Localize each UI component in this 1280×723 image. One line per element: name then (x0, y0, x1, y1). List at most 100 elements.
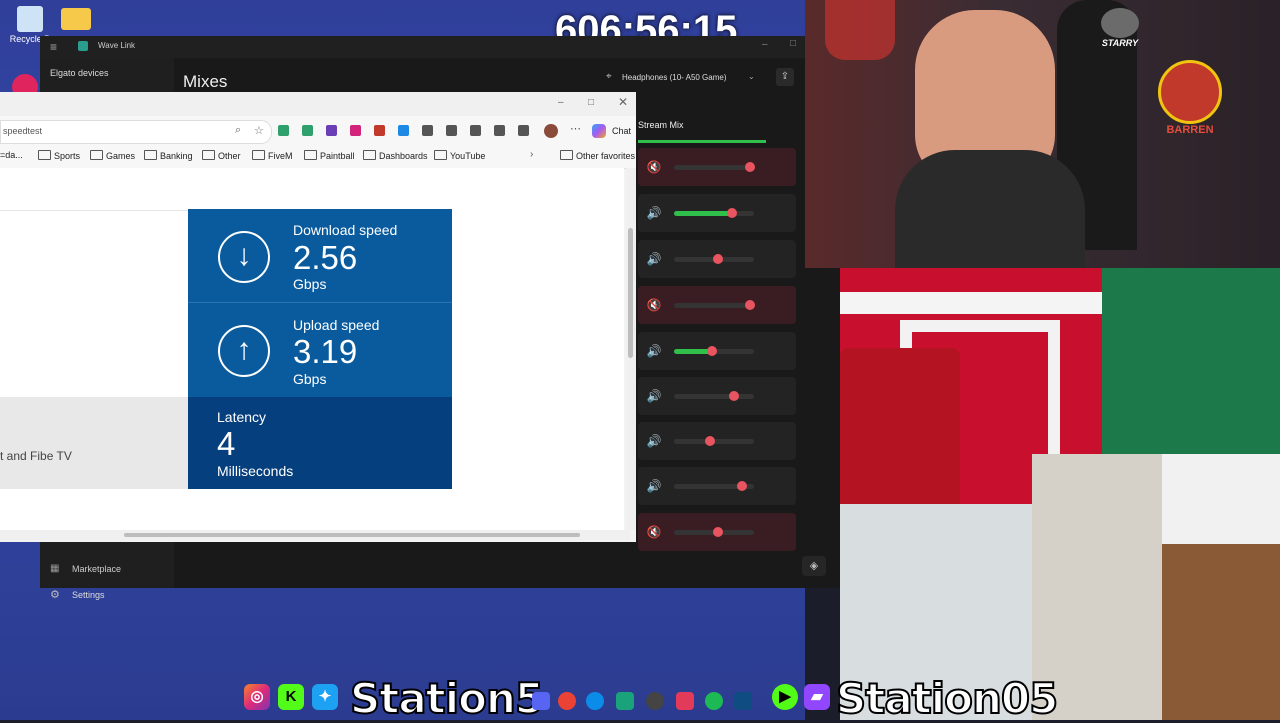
maximize-button[interactable]: □ (588, 97, 594, 108)
speaker-muted-icon[interactable]: 🔇 (646, 297, 662, 313)
app-taskbar-icon[interactable] (734, 692, 752, 710)
extension-icon[interactable] (278, 125, 289, 136)
bookmark-label: Other favorites (576, 151, 636, 161)
speaker-icon[interactable]: 🔊 (646, 343, 662, 359)
zoom-icon[interactable]: ⌕ (235, 124, 241, 137)
extension-icon[interactable] (470, 125, 481, 136)
star-icon[interactable]: ☆ (254, 124, 264, 137)
sidebar-item-settings[interactable]: ⚙ Settings (48, 586, 168, 604)
speaker-icon[interactable]: 🔊 (646, 433, 662, 449)
volume-slider[interactable] (674, 436, 754, 446)
slider-knob[interactable] (705, 436, 715, 446)
chrome-taskbar-icon[interactable] (558, 692, 576, 710)
copilot-chat-button[interactable]: Chat (592, 124, 634, 138)
folder-shortcut[interactable] (46, 8, 106, 32)
extension-icon[interactable] (350, 125, 361, 136)
upload-tile: ↑ Upload speed 3.19 Gbps (188, 302, 452, 397)
bookmark-folder[interactable]: Games (90, 150, 135, 161)
kick-icon: K (278, 684, 304, 710)
hamburger-menu-icon[interactable]: ≡ (50, 40, 57, 54)
chevron-right-icon[interactable]: › (530, 149, 533, 160)
speaker-icon[interactable]: 🔊 (646, 388, 662, 404)
share-button[interactable]: ⇪ (776, 68, 794, 86)
folder-icon (90, 150, 103, 160)
app-taskbar-icon[interactable] (676, 692, 694, 710)
sidebar-item-marketplace[interactable]: ▦ Marketplace (48, 560, 168, 578)
extension-icon[interactable] (374, 125, 385, 136)
bookmarks-bar: =da... Sports Games Banking Other FiveM Paint… (0, 146, 636, 169)
download-icon[interactable] (518, 125, 529, 136)
mix-channel-row: 🔇 (638, 513, 796, 551)
bookmark-folder[interactable]: Paintball (304, 150, 355, 161)
slider-knob[interactable] (707, 346, 718, 356)
speaker-icon[interactable]: 🔊 (646, 478, 662, 494)
mute-icon[interactable] (422, 125, 433, 136)
chevron-down-icon: ⌄ (748, 72, 755, 81)
arrow-up-icon: ↑ (218, 325, 270, 377)
speaker-icon[interactable]: 🔊 (646, 205, 662, 221)
close-button[interactable]: ✕ (618, 95, 628, 109)
latency-value: 4 (217, 425, 236, 462)
bookmark-folder[interactable]: YouTube (434, 150, 485, 161)
list-icon[interactable] (398, 125, 409, 136)
slider-knob[interactable] (737, 481, 747, 491)
volume-slider[interactable] (674, 208, 754, 218)
address-text: speedtest (3, 126, 43, 136)
latency-unit: Milliseconds (217, 463, 294, 479)
bookmark-truncated[interactable]: =da... (0, 150, 23, 160)
speaker-muted-icon[interactable]: 🔇 (646, 159, 662, 175)
browser-toolbar: speedtest ⌕ ☆ ⋯ Chat (0, 116, 636, 146)
other-favorites-folder[interactable]: Other favorites (560, 150, 635, 161)
volume-slider[interactable] (674, 527, 754, 537)
app-taskbar-icon[interactable] (616, 692, 634, 710)
scrollbar-thumb[interactable] (124, 533, 580, 537)
minimize-button[interactable]: – (762, 39, 768, 50)
slider-knob[interactable] (729, 391, 739, 401)
discord-taskbar-icon[interactable] (532, 692, 550, 710)
more-menu-icon[interactable]: ⋯ (570, 122, 581, 135)
horizontal-scrollbar[interactable] (0, 530, 630, 540)
refresh-icon[interactable] (446, 125, 457, 136)
bookmark-folder[interactable]: FiveM (252, 150, 293, 161)
volume-slider[interactable] (674, 162, 755, 172)
spotify-taskbar-icon[interactable] (705, 692, 723, 710)
obs-taskbar-icon[interactable] (646, 692, 664, 710)
tab-stream-mix[interactable]: Stream Mix (638, 114, 768, 144)
layers-button[interactable]: ◈ (802, 556, 826, 576)
slider-knob[interactable] (745, 300, 755, 310)
bookmark-folder[interactable]: Dashboards (363, 150, 428, 161)
copilot-icon (592, 124, 606, 138)
avatar[interactable] (544, 124, 558, 138)
social-bar: ◎ K ✦ Station5 ▶ ▰ Station05 (240, 672, 1059, 723)
maximize-button[interactable]: □ (790, 38, 796, 49)
volume-slider[interactable] (674, 254, 754, 264)
edge-taskbar-icon[interactable] (586, 692, 604, 710)
volume-slider[interactable] (674, 391, 754, 401)
bookmark-folder[interactable]: Other (202, 150, 241, 161)
shield-icon[interactable] (326, 125, 337, 136)
volume-slider[interactable] (674, 300, 755, 310)
slider-knob[interactable] (713, 527, 723, 537)
scrollbar-thumb[interactable] (628, 228, 633, 358)
output-device-select[interactable]: ⌖ Headphones (10- A50 Game) ⌄ (604, 68, 760, 88)
speaker-muted-icon[interactable]: 🔇 (646, 524, 662, 540)
slider-knob[interactable] (713, 254, 723, 264)
extension-icon[interactable] (302, 125, 313, 136)
volume-slider[interactable] (674, 481, 754, 491)
bookmark-folder[interactable]: Banking (144, 150, 193, 161)
favorites-icon[interactable] (494, 125, 505, 136)
folder-icon (560, 150, 573, 160)
volume-slider[interactable] (674, 346, 754, 356)
folder-icon (61, 8, 91, 30)
slider-knob[interactable] (745, 162, 755, 172)
starryraccoon-logo: STARRY (1085, 8, 1155, 63)
address-bar[interactable]: speedtest ⌕ ☆ (0, 120, 272, 144)
speaker-icon[interactable]: 🔊 (646, 251, 662, 267)
folder-icon (252, 150, 265, 160)
bookmark-folder[interactable]: Sports (38, 150, 80, 161)
browser-titlebar: – □ ✕ (0, 92, 636, 116)
minimize-button[interactable]: – (558, 97, 564, 108)
page-title: Mixes (183, 72, 228, 91)
vertical-scrollbar[interactable] (626, 168, 636, 530)
slider-knob[interactable] (726, 208, 737, 218)
